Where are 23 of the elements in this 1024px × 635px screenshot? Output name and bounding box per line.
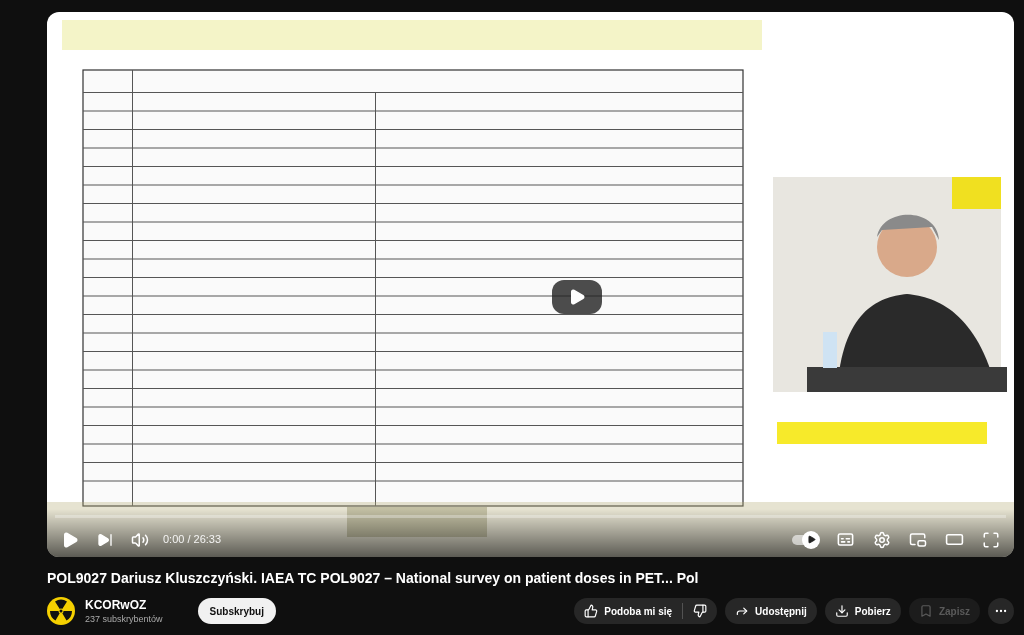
bookmark-icon xyxy=(918,604,933,618)
subscribe-button[interactable]: Subskrybuj xyxy=(197,598,276,624)
thumbs-up-icon xyxy=(584,604,599,618)
settings-icon[interactable] xyxy=(873,530,891,549)
share-button[interactable]: Udostępnij xyxy=(725,598,817,624)
play-icon[interactable] xyxy=(61,530,79,549)
play-icon xyxy=(806,535,816,544)
share-icon xyxy=(735,604,750,618)
play-overlay-button[interactable] xyxy=(552,280,602,314)
time-display: 0:00 / 26:33 xyxy=(163,532,222,548)
play-icon xyxy=(568,288,586,306)
download-button[interactable]: Pobierz xyxy=(824,598,901,624)
fullscreen-icon[interactable] xyxy=(982,530,1000,549)
subtitles-icon[interactable] xyxy=(836,530,855,549)
channel-name[interactable]: KCORwOZ xyxy=(85,597,163,613)
next-icon[interactable] xyxy=(97,531,113,548)
video-title: POL9027 Dariusz Kluszczyński. IAEA TC POL9027 – National survey on patient doses in PET... Pol xyxy=(47,569,700,588)
subscriber-count: 237 subskrybentów xyxy=(85,612,163,625)
miniplayer-icon[interactable] xyxy=(909,530,927,549)
channel-avatar-icon[interactable] xyxy=(47,597,75,625)
volume-icon[interactable] xyxy=(131,530,149,549)
download-icon xyxy=(834,604,849,618)
thumbs-down-icon xyxy=(693,604,708,618)
